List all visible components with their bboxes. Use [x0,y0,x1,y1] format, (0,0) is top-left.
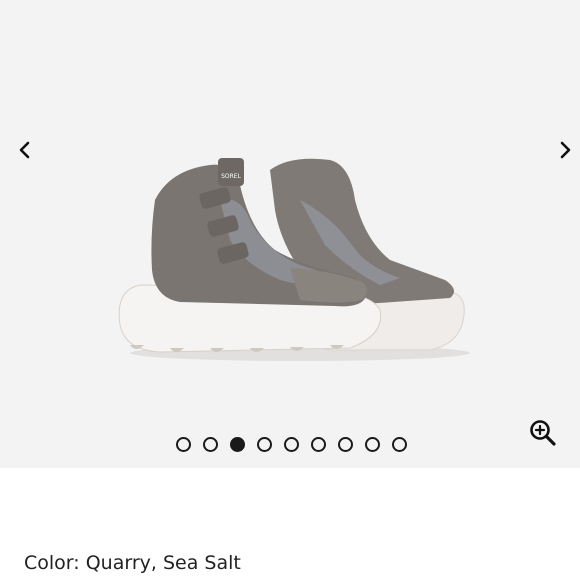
chevron-left-icon [19,141,30,159]
zoom-button[interactable] [528,418,558,448]
brand-logo: SOREL [221,173,241,180]
pagination-dot[interactable] [338,437,353,452]
pagination-dot[interactable] [365,437,380,452]
product-image[interactable]: SOREL [100,140,480,370]
pagination-dot-active[interactable] [230,437,245,452]
product-image-gallery: SOREL [0,0,580,468]
previous-image-button[interactable] [10,136,38,164]
image-pagination [176,437,407,452]
pagination-dot[interactable] [392,437,407,452]
pagination-dot[interactable] [176,437,191,452]
pagination-dot[interactable] [203,437,218,452]
chevron-right-icon [560,141,571,159]
next-image-button[interactable] [552,136,580,164]
pagination-dot[interactable] [311,437,326,452]
color-label: Color: Quarry, Sea Salt [24,552,241,574]
pagination-dot[interactable] [284,437,299,452]
zoom-in-icon [530,420,556,446]
pagination-dot[interactable] [257,437,272,452]
